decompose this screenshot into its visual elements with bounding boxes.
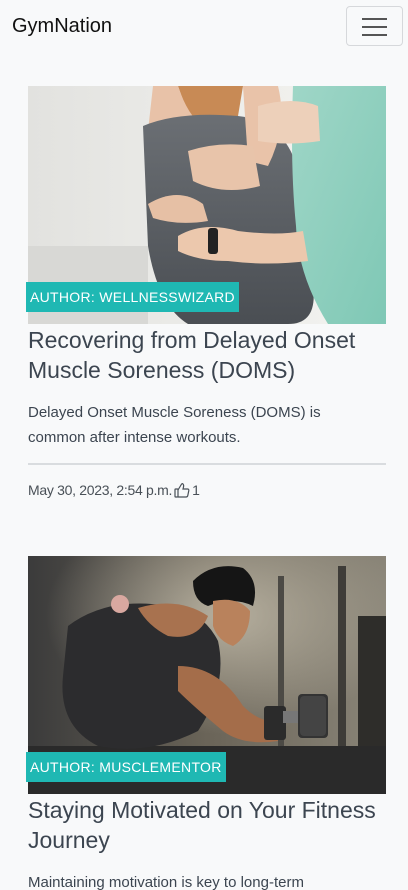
thumbs-up-icon[interactable] bbox=[174, 482, 190, 498]
brand-logo[interactable]: GymNation bbox=[12, 15, 112, 38]
author-badge[interactable]: AUTHOR: MUSCLEMENTOR bbox=[26, 752, 226, 782]
author-badge[interactable]: AUTHOR: WELLNESSWIZARD bbox=[26, 282, 239, 312]
navbar-toggle-button[interactable] bbox=[346, 6, 403, 46]
post-excerpt: Delayed Onset Muscle Soreness (DOMS) is … bbox=[28, 404, 321, 446]
like-count: 1 bbox=[192, 482, 200, 498]
post-meta: May 30, 2023, 2:54 p.m. 1 bbox=[28, 482, 200, 498]
post-title[interactable]: Staying Motivated on Your Fitness Journe… bbox=[28, 795, 386, 855]
post-title[interactable]: Recovering from Delayed Onset Muscle Sor… bbox=[28, 325, 386, 385]
post-excerpt: Maintaining motivation is key to long-te… bbox=[28, 874, 304, 890]
navbar: GymNation bbox=[0, 0, 408, 56]
divider bbox=[28, 463, 386, 465]
post-timestamp: May 30, 2023, 2:54 p.m. bbox=[28, 482, 173, 498]
